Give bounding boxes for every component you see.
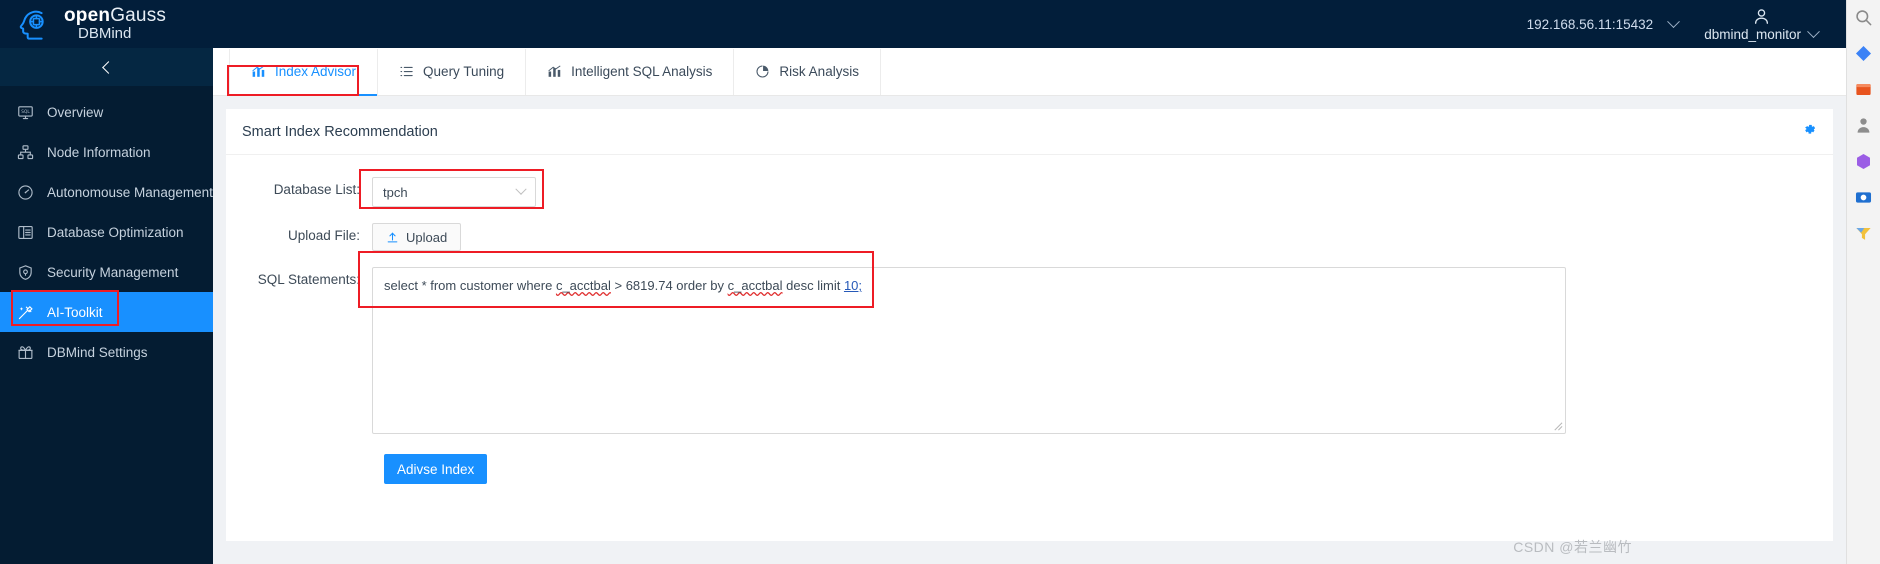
upload-arrow-icon: [387, 232, 398, 242]
chevron-down-icon: [1807, 24, 1820, 38]
advise-index-button[interactable]: Adivse Index: [384, 454, 488, 484]
host-value: 192.168.56.11:15432: [1526, 16, 1654, 32]
brand-subtitle: DBMind: [78, 25, 132, 43]
brand-gauss: Gauss: [110, 5, 167, 27]
sidebar-item-dbmind-settings[interactable]: DBMind Settings: [0, 332, 213, 372]
card-header: Smart Index Recommendation: [226, 109, 1833, 155]
tab-label: Intelligent SQL Analysis: [571, 64, 713, 79]
sql-middle: > 6819.74 order by: [610, 278, 728, 293]
database-select-area: tpch: [372, 177, 536, 207]
tab-risk-analysis[interactable]: Risk Analysis: [734, 48, 881, 95]
gauge-icon: [17, 184, 34, 201]
form-row-database: Database List: tpch: [226, 177, 1833, 207]
sidebar-item-node-information[interactable]: Node Information: [0, 132, 213, 172]
sidebar-item-database-optimization[interactable]: Database Optimization: [0, 212, 213, 252]
sidebar-item-label: Database Optimization: [47, 224, 184, 240]
tab-label: Query Tuning: [423, 64, 505, 79]
sitemap-icon: [17, 144, 34, 161]
user-avatar-icon: [1752, 7, 1771, 26]
sql-textarea-area: select * from customer where c_acctbal >…: [372, 267, 1566, 434]
bar-chart-icon: [252, 65, 265, 77]
yellow-filter-app-icon[interactable]: [1854, 224, 1874, 244]
sql-prefix: select * from customer where: [384, 278, 556, 293]
upload-file-label: Upload File:: [287, 228, 360, 243]
opengauss-brain-chip-logo-icon: [16, 5, 54, 43]
sidebar-collapse-button[interactable]: [0, 48, 213, 86]
page-title: Smart Index Recommendation: [242, 123, 438, 140]
purple-app-icon[interactable]: [1854, 152, 1874, 172]
brand-logo-area[interactable]: openGauss DBMind: [0, 5, 166, 43]
top-header-bar: openGauss DBMind 192.168.56.11:15432 dbm…: [0, 0, 1846, 48]
database-list-label: Database List:: [273, 182, 360, 197]
tab-intelligent-sql-analysis[interactable]: Intelligent SQL Analysis: [526, 48, 735, 95]
sql-column-1: c_acctbal: [555, 278, 611, 293]
sidebar-item-autonomouse-management[interactable]: Autonomouse Management: [0, 172, 213, 212]
csdn-watermark: CSDN @若兰幽竹: [1513, 539, 1632, 555]
bar-chart-icon: [548, 65, 561, 77]
gray-person-app-icon[interactable]: [1854, 116, 1874, 136]
user-name: dbmind_monitor: [1704, 26, 1801, 42]
upload-button[interactable]: Upload: [372, 223, 462, 251]
browser-side-strip: [1846, 0, 1880, 564]
sql-statements-label: SQL Statements:: [257, 272, 360, 287]
user-menu[interactable]: dbmind_monitor: [1704, 7, 1820, 42]
database-select-value: tpch: [383, 184, 408, 200]
sql-column-2: c_acctbal: [727, 278, 783, 293]
monitor-sql-icon: SQL: [17, 104, 34, 121]
database-select[interactable]: tpch: [372, 177, 536, 207]
list-icon: [400, 66, 413, 77]
upload-button-label: Upload: [406, 229, 448, 245]
sidebar-item-overview[interactable]: SQL Overview: [0, 92, 213, 132]
tab-index-advisor[interactable]: Index Advisor: [229, 48, 379, 96]
sidebar-item-label: Autonomouse Management: [47, 184, 213, 200]
sql-suffix: desc limit: [782, 278, 844, 293]
sidebar-item-label: Overview: [47, 104, 104, 120]
search-icon[interactable]: [1854, 8, 1874, 28]
sidebar-item-security-management[interactable]: Security Management: [0, 252, 213, 292]
sql-limit-value: 10;: [843, 278, 863, 293]
sql-statements-input[interactable]: select * from customer where c_acctbal >…: [372, 267, 1566, 434]
header-right-controls: 192.168.56.11:15432 dbmind_monitor: [1527, 7, 1846, 42]
upload-area: Upload: [372, 223, 462, 251]
tab-label: Index Advisor: [275, 64, 357, 79]
index-advisor-form: Database List: tpch Upload File: Upload …: [226, 155, 1833, 484]
sql-statements-text: select * from customer where c_acctbal >…: [384, 276, 1554, 296]
tab-query-tuning[interactable]: Query Tuning: [378, 48, 527, 95]
application-window: openGauss DBMind 192.168.56.11:15432 dbm…: [0, 0, 1880, 564]
main-content-area: Index Advisor Query Tuning Intelligent S…: [213, 48, 1846, 564]
chevron-down-icon: [1667, 14, 1681, 28]
orange-app-icon[interactable]: [1854, 80, 1874, 100]
gear-icon[interactable]: [1802, 122, 1817, 142]
svg-text:SQL: SQL: [21, 109, 30, 115]
magic-wand-icon: [17, 304, 34, 321]
brand-title: openGauss: [64, 6, 166, 26]
chevron-down-icon: [515, 183, 527, 195]
form-row-sql: SQL Statements: select * from customer w…: [226, 267, 1833, 434]
sidebar-item-label: Security Management: [47, 264, 179, 280]
textarea-resize-handle[interactable]: [1552, 420, 1563, 431]
brand-text: openGauss DBMind: [64, 6, 166, 42]
blue-app-icon[interactable]: [1854, 44, 1874, 64]
gift-box-icon: [17, 344, 34, 361]
sidebar-item-label: Node Information: [47, 144, 151, 160]
feature-tabbar: Index Advisor Query Tuning Intelligent S…: [213, 48, 1846, 96]
form-row-upload: Upload File: Upload: [226, 223, 1833, 251]
brand-open: open: [64, 5, 111, 27]
blue-camera-app-icon[interactable]: [1854, 188, 1874, 208]
chevron-left-icon: [101, 60, 115, 74]
sidebar-item-ai-toolkit[interactable]: AI-Toolkit: [0, 292, 213, 332]
sidebar-item-label: AI-Toolkit: [47, 304, 103, 320]
sidebar-item-label: DBMind Settings: [47, 344, 148, 360]
host-selector[interactable]: 192.168.56.11:15432: [1526, 14, 1681, 32]
sidebar-menu: SQL Overview Node Information Autonomous…: [0, 86, 213, 372]
content-padding: Smart Index Recommendation Database List…: [213, 96, 1846, 541]
list-table-icon: [17, 224, 34, 241]
left-sidebar: SQL Overview Node Information Autonomous…: [0, 48, 213, 564]
user-name-row: dbmind_monitor: [1704, 24, 1820, 42]
pie-chart-icon: [756, 65, 769, 78]
shield-icon: [17, 264, 34, 281]
smart-index-recommendation-card: Smart Index Recommendation Database List…: [226, 109, 1833, 541]
tab-label: Risk Analysis: [779, 64, 859, 79]
